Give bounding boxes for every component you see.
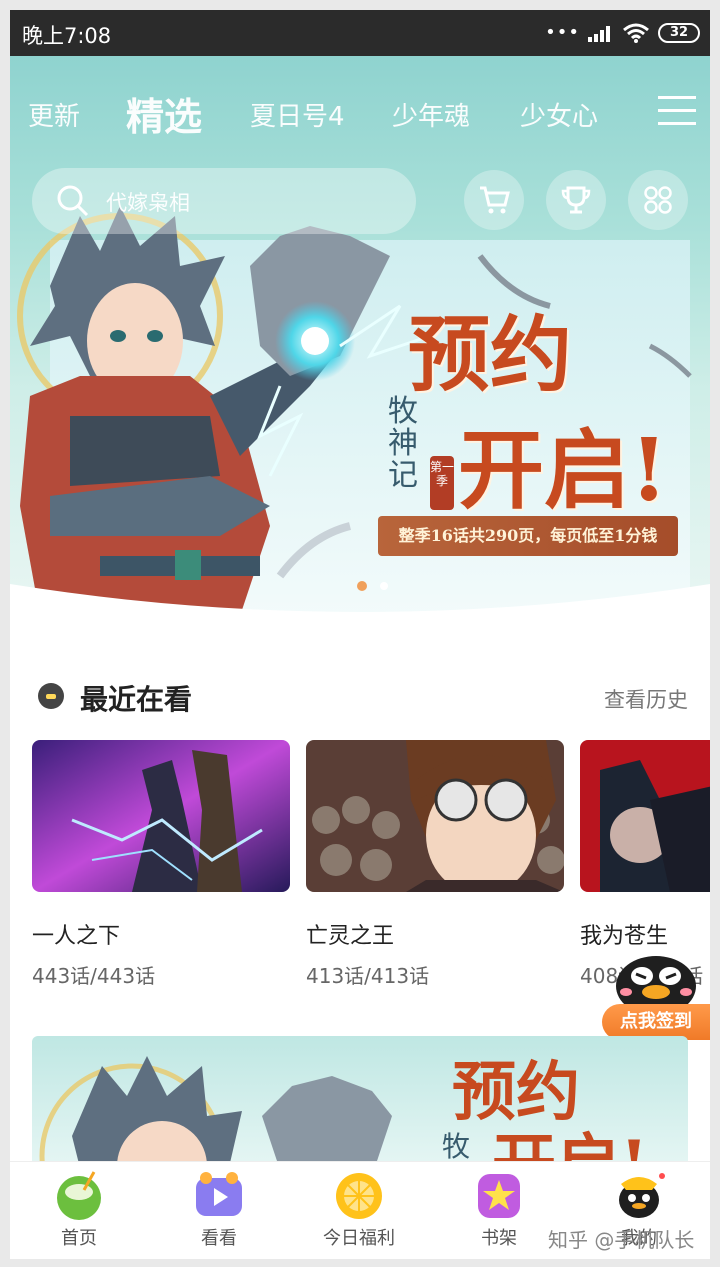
nav-watch-label: 看看 xyxy=(201,1228,237,1249)
tab-summer[interactable]: 夏日号4 xyxy=(250,96,345,133)
recent-icon xyxy=(38,683,64,709)
nav-home-label: 首页 xyxy=(61,1228,97,1249)
banner-illustration: 预约 开启! 牧 xyxy=(39,1055,648,1176)
cover-image xyxy=(32,740,290,892)
tab-shonen[interactable]: 少年魂 xyxy=(392,96,470,133)
checkin-widget[interactable]: 点我签到 xyxy=(602,950,710,1046)
comic-name: 我为苍生 xyxy=(580,924,669,949)
comic-name: 一人之下 xyxy=(32,924,121,949)
hero-bottom-curve xyxy=(10,584,710,616)
penguin-mascot-icon xyxy=(616,956,696,1012)
recent-card[interactable]: 亡灵之王 413话/413话 xyxy=(306,740,565,989)
tab-shoujo[interactable]: 少女心 xyxy=(520,96,598,133)
cover-image xyxy=(306,740,565,895)
comic-progress: 413话/413话 xyxy=(306,964,430,988)
promo-headline-2: 开启! xyxy=(458,420,668,521)
penguin-icon xyxy=(619,1173,665,1218)
season-tag: 第一季 xyxy=(430,456,454,510)
cart-button[interactable] xyxy=(464,170,524,230)
star-icon xyxy=(478,1174,520,1218)
status-time: 晚上7:08 xyxy=(22,24,112,48)
grid-icon xyxy=(644,186,672,214)
nav-benefits-label: 今日福利 xyxy=(323,1228,395,1249)
cover-image xyxy=(580,740,710,892)
status-icons: ••• 32 xyxy=(545,22,700,44)
promo-price-strip: 整季16话共290页，每页低至1分钱 xyxy=(378,516,678,556)
search-icon xyxy=(57,185,89,217)
nav-bookshelf[interactable]: 书架 xyxy=(444,1162,554,1259)
phone-screen: 晚上7:08 ••• 32 更新 精选 夏日号4 少年魂 少女心 代嫁枭相 预约… xyxy=(10,10,710,1259)
search-placeholder: 代嫁枭相 xyxy=(106,191,190,215)
coconut-icon xyxy=(57,1171,101,1220)
tab-updates[interactable]: 更新 xyxy=(28,96,80,133)
recent-card[interactable]: 一人之下 443话/443话 xyxy=(32,740,290,989)
wifi-icon xyxy=(623,23,649,43)
video-icon xyxy=(196,1172,242,1216)
orange-icon xyxy=(336,1173,382,1219)
nav-home[interactable]: 首页 xyxy=(24,1162,134,1259)
view-history-link[interactable]: 查看历史 xyxy=(604,684,688,714)
recent-title: 最近在看 xyxy=(80,683,193,716)
tab-featured[interactable]: 精选 xyxy=(126,86,202,141)
promo-headline-1: 预约 xyxy=(408,307,573,403)
hero-banner[interactable]: 更新 精选 夏日号4 少年魂 少女心 代嫁枭相 预约 开启! 牧神记 第一季 整… xyxy=(10,56,710,616)
comic-name: 亡灵之王 xyxy=(306,924,395,949)
more-dots-icon: ••• xyxy=(545,22,580,43)
menu-icon[interactable] xyxy=(658,96,696,126)
status-bar: 晚上7:08 ••• 32 xyxy=(10,10,710,56)
featured-banner-2[interactable]: 预约 开启! 牧 xyxy=(32,1036,688,1176)
ranking-button[interactable] xyxy=(546,170,606,230)
svg-text:预约: 预约 xyxy=(452,1055,580,1130)
trophy-icon xyxy=(561,186,591,214)
top-tab-bar: 更新 精选 夏日号4 少年魂 少女心 xyxy=(10,86,710,139)
watermark: 知乎 @手机队长 xyxy=(548,1228,695,1252)
comic-progress: 443话/443话 xyxy=(32,964,156,988)
svg-text:牧: 牧 xyxy=(442,1130,470,1163)
checkin-button[interactable]: 点我签到 xyxy=(602,1004,710,1040)
cart-icon xyxy=(480,186,510,214)
battery-indicator: 32 xyxy=(658,23,700,43)
recent-section-header: 最近在看 查看历史 xyxy=(10,670,710,720)
recent-list: 一人之下 443话/443话 亡灵之王 413话/413话 我为苍生 xyxy=(10,740,710,988)
nav-benefits[interactable]: 今日福利 xyxy=(304,1162,414,1259)
signal-icon xyxy=(588,26,610,42)
categories-button[interactable] xyxy=(628,170,688,230)
search-bar[interactable]: 代嫁枭相 xyxy=(32,168,416,234)
nav-watch[interactable]: 看看 xyxy=(164,1162,274,1259)
comic-title: 牧神记 xyxy=(388,394,418,493)
nav-bookshelf-label: 书架 xyxy=(481,1228,517,1249)
